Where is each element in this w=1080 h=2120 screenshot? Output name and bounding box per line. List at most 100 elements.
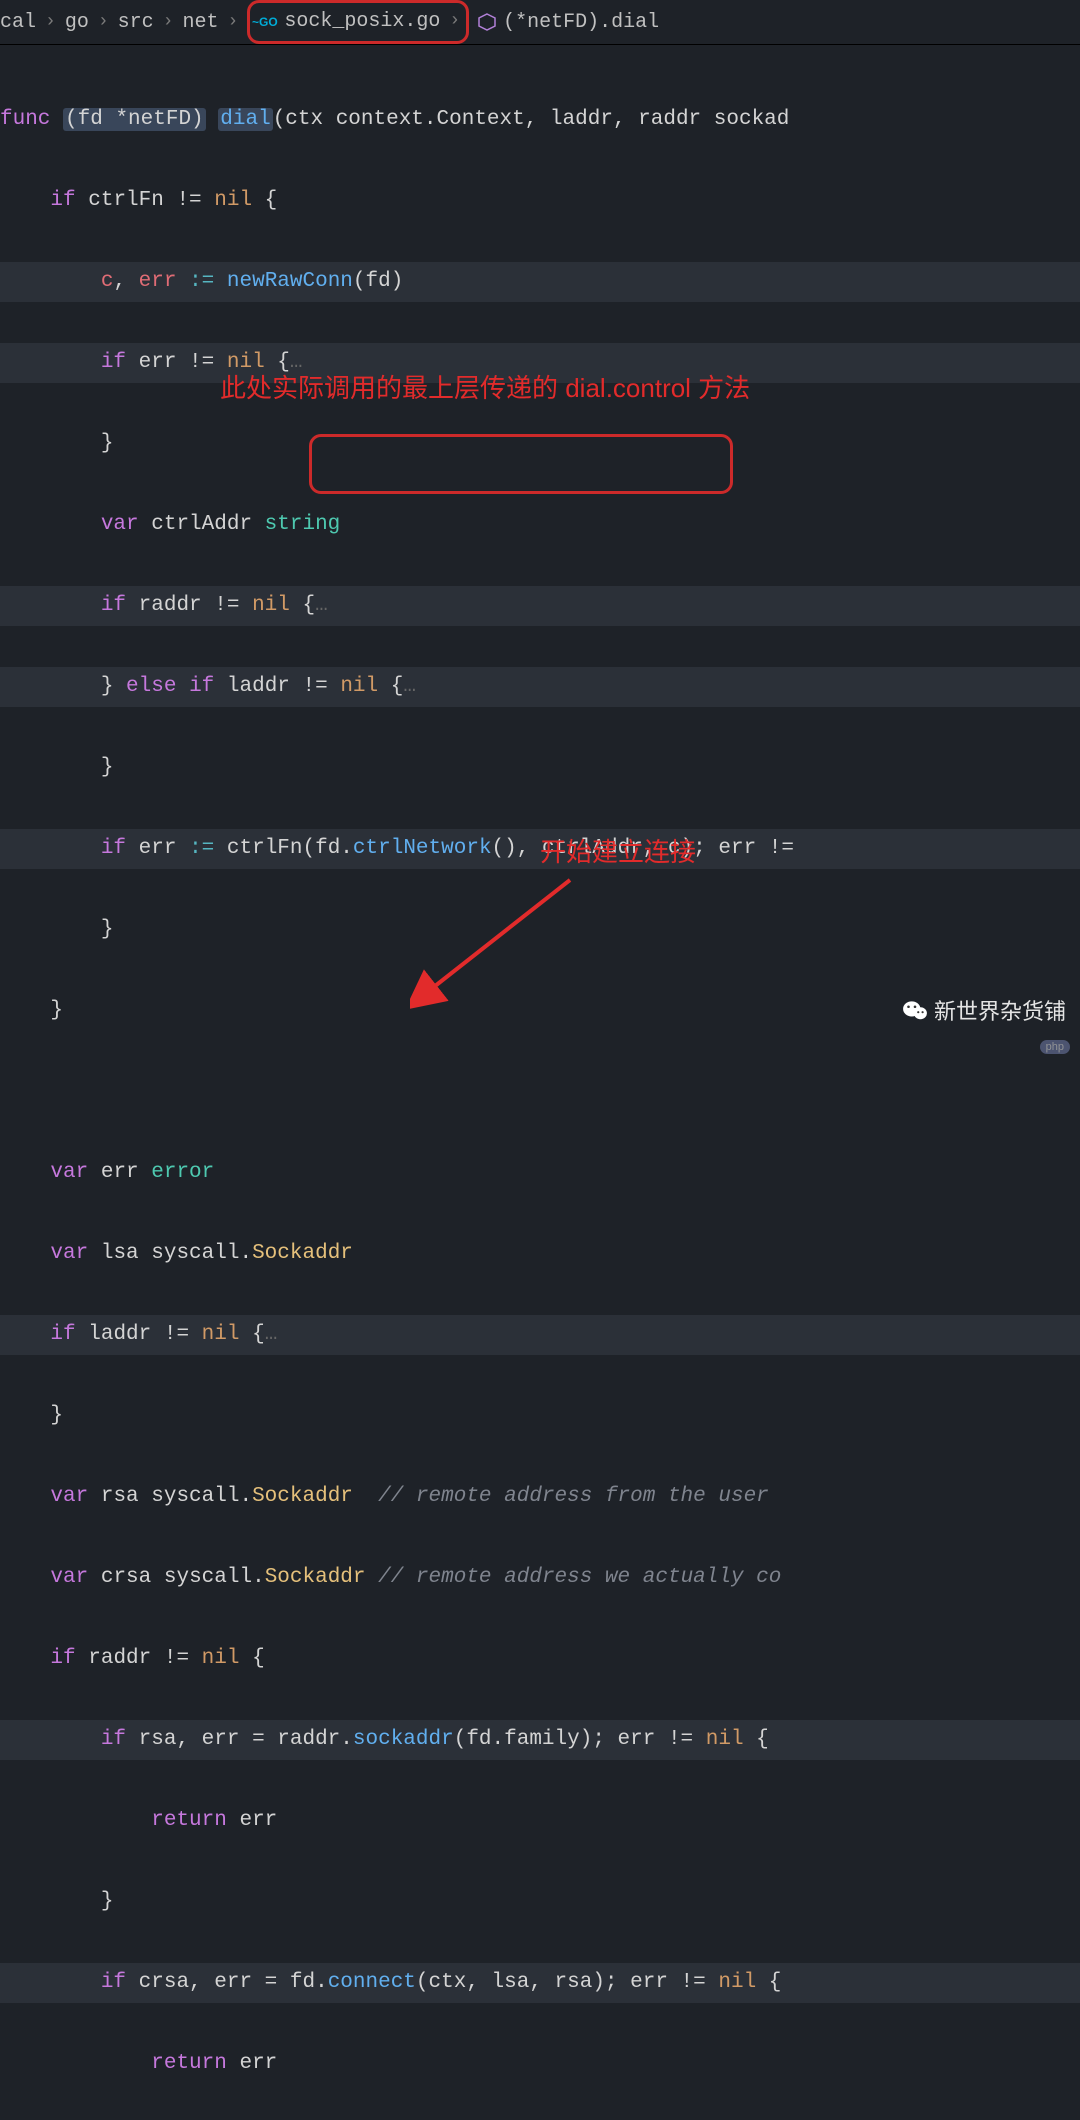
keyword-var: var bbox=[101, 513, 139, 536]
func-name: dial bbox=[218, 108, 272, 131]
comment: // remote address from the user bbox=[353, 1485, 769, 1508]
fold-icon[interactable]: … bbox=[403, 675, 416, 698]
keyword-if: if bbox=[101, 837, 126, 860]
crumb-go[interactable]: go bbox=[65, 11, 89, 34]
call-connect: connect bbox=[328, 1971, 416, 1994]
keyword-if: if bbox=[50, 1647, 75, 1670]
assign-op: := bbox=[176, 270, 226, 293]
var-crsa: crsa bbox=[88, 1566, 164, 1589]
crumb-symbol[interactable]: (*netFD).dial bbox=[503, 11, 659, 34]
brace: { bbox=[239, 1647, 264, 1670]
breadcrumb-sep-icon: › bbox=[163, 12, 174, 32]
code-text: err != bbox=[126, 351, 227, 374]
brace: } bbox=[101, 918, 114, 941]
brace: { bbox=[378, 675, 403, 698]
brace: } bbox=[101, 432, 114, 455]
code-text: ctrlAddr, c); err != bbox=[529, 837, 794, 860]
var-lsa: lsa bbox=[88, 1242, 151, 1265]
breadcrumb-sep-icon: › bbox=[228, 12, 239, 32]
keyword-var: var bbox=[50, 1485, 88, 1508]
type-Sockaddr: Sockaddr bbox=[265, 1566, 366, 1589]
code-text: rsa, err = raddr. bbox=[126, 1728, 353, 1751]
breadcrumb-sep-icon: › bbox=[45, 12, 56, 32]
pkg-syscall: syscall bbox=[151, 1485, 239, 1508]
svg-text:~GO: ~GO bbox=[252, 15, 278, 29]
nil-literal: nil bbox=[202, 1323, 240, 1346]
code-text: laddr != bbox=[76, 1323, 202, 1346]
assign-op: := bbox=[189, 837, 214, 860]
method-icon bbox=[477, 12, 497, 32]
nil-literal: nil bbox=[214, 189, 252, 212]
args: (), bbox=[492, 837, 530, 860]
keyword-func: func bbox=[0, 108, 50, 131]
keyword-if: if bbox=[101, 351, 126, 374]
brace: { bbox=[290, 594, 315, 617]
keyword-if: if bbox=[176, 675, 214, 698]
crumb-src[interactable]: src bbox=[118, 11, 154, 34]
brace: } bbox=[101, 756, 114, 779]
type-string: string bbox=[265, 513, 341, 536]
var-err: err bbox=[227, 2052, 277, 2075]
crumb-file[interactable]: sock_posix.go bbox=[284, 10, 440, 33]
func-signature: (ctx context.Context, laddr, raddr socka… bbox=[273, 108, 790, 131]
keyword-if: if bbox=[101, 1728, 126, 1751]
annotation-box-breadcrumb: ~GO sock_posix.go › bbox=[247, 0, 469, 44]
keyword-if: if bbox=[50, 1323, 75, 1346]
dot: . bbox=[239, 1242, 252, 1265]
args: (ctx, lsa, rsa); err != bbox=[416, 1971, 718, 1994]
args: (fd) bbox=[353, 270, 403, 293]
var-err: err bbox=[139, 270, 177, 293]
code-text: crsa, err = fd. bbox=[126, 1971, 328, 1994]
code-text: laddr != bbox=[214, 675, 340, 698]
nil-literal: nil bbox=[718, 1971, 756, 1994]
keyword-var: var bbox=[50, 1566, 88, 1589]
func-receiver: (fd *netFD) bbox=[63, 108, 206, 131]
keyword-if: if bbox=[101, 1971, 126, 1994]
brace: { bbox=[239, 1323, 264, 1346]
brace: } bbox=[50, 999, 63, 1022]
code-editor[interactable]: func (fd *netFD) dial(ctx context.Contex… bbox=[0, 45, 1080, 2120]
keyword-if: if bbox=[101, 594, 126, 617]
crumb-root[interactable]: cal bbox=[0, 11, 36, 34]
breadcrumb: cal › go › src › net › ~GO sock_posix.go… bbox=[0, 0, 1080, 45]
args: (fd. bbox=[303, 837, 353, 860]
fold-icon[interactable]: … bbox=[290, 351, 303, 374]
brace: } bbox=[50, 1404, 63, 1427]
crumb-net[interactable]: net bbox=[182, 11, 218, 34]
breadcrumb-sep-icon: › bbox=[449, 11, 460, 31]
nil-literal: nil bbox=[227, 351, 265, 374]
brace: { bbox=[744, 1728, 769, 1751]
fold-icon[interactable]: … bbox=[315, 594, 328, 617]
var-name: ctrlAddr bbox=[139, 513, 265, 536]
nil-literal: nil bbox=[252, 594, 290, 617]
keyword-var: var bbox=[50, 1161, 88, 1184]
keyword-return: return bbox=[151, 1809, 227, 1832]
nil-literal: nil bbox=[202, 1647, 240, 1670]
code-text: raddr != bbox=[76, 1647, 202, 1670]
type-Sockaddr: Sockaddr bbox=[252, 1242, 353, 1265]
brace: } bbox=[101, 1890, 114, 1913]
keyword-return: return bbox=[151, 2052, 227, 2075]
keyword-if: if bbox=[50, 189, 75, 212]
comment: // remote address we actually co bbox=[366, 1566, 782, 1589]
go-file-icon: ~GO bbox=[252, 13, 278, 29]
call-sockaddr: sockaddr bbox=[353, 1728, 454, 1751]
code-text: ctrlFn != bbox=[76, 189, 215, 212]
watermark: 新世界杂货铺 bbox=[902, 994, 1066, 1026]
var-err: err bbox=[88, 1161, 151, 1184]
brace: { bbox=[756, 1971, 781, 1994]
keyword-else: else bbox=[126, 675, 176, 698]
args: (fd.family); err != bbox=[454, 1728, 706, 1751]
var-c: c bbox=[101, 270, 114, 293]
fold-icon[interactable]: … bbox=[265, 1323, 278, 1346]
type-Sockaddr: Sockaddr bbox=[252, 1485, 353, 1508]
watermark-text: 新世界杂货铺 bbox=[934, 994, 1066, 1026]
keyword-var: var bbox=[50, 1242, 88, 1265]
call-newRawConn: newRawConn bbox=[227, 270, 353, 293]
wechat-icon bbox=[902, 999, 928, 1021]
call-ctrlFn: ctrlFn bbox=[214, 837, 302, 860]
code-text: raddr != bbox=[126, 594, 252, 617]
pkg-syscall: syscall bbox=[164, 1566, 252, 1589]
var-err: err bbox=[126, 837, 189, 860]
php-badge: php bbox=[1040, 1040, 1070, 1054]
